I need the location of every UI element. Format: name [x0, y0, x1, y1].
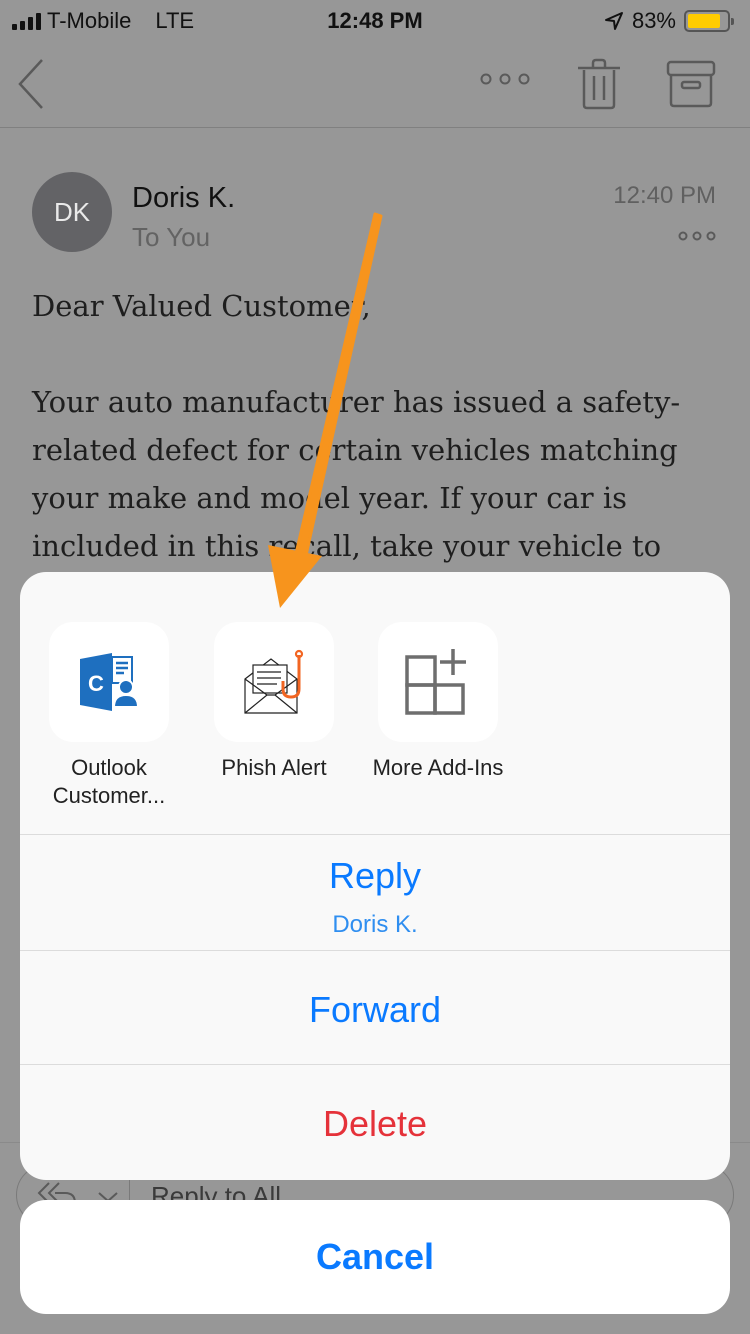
- nav-bar: [0, 40, 750, 128]
- addin-phish-alert[interactable]: Phish Alert: [199, 622, 349, 782]
- reply-label: Reply: [328, 855, 422, 896]
- sender-header: DK Doris K. To You 12:40 PM: [32, 170, 722, 260]
- avatar[interactable]: DK: [32, 172, 112, 252]
- archive-icon[interactable]: [666, 60, 716, 108]
- recipient-label: To You: [132, 222, 211, 252]
- reply-button[interactable]: Reply Doris K.: [20, 835, 730, 951]
- location-arrow-icon: [604, 12, 623, 30]
- svg-text:C: C: [88, 671, 104, 696]
- cancel-button[interactable]: Cancel: [20, 1200, 730, 1314]
- addin-tile[interactable]: C: [49, 622, 169, 742]
- battery-icon: [684, 10, 734, 32]
- delete-label: Delete: [322, 1103, 428, 1144]
- ellipsis-icon[interactable]: [678, 230, 716, 242]
- addin-label: Outlook Customer...: [52, 755, 166, 808]
- battery-fill: [688, 14, 720, 28]
- battery-percent: 83%: [631, 8, 676, 33]
- sent-time: 12:40 PM: [613, 182, 716, 209]
- addin-label: Phish Alert: [221, 755, 327, 780]
- addin-label: More Add-Ins: [372, 755, 504, 780]
- addin-tile[interactable]: [378, 622, 498, 742]
- addin-outlook-customer-manager[interactable]: C Outlook Customer...: [34, 622, 184, 810]
- reply-recipient: Doris K.: [332, 911, 418, 938]
- trash-icon[interactable]: [576, 58, 622, 110]
- chevron-left-icon[interactable]: [16, 56, 46, 112]
- forward-button[interactable]: Forward: [20, 951, 730, 1065]
- email-greeting: Dear Valued Customer,: [32, 289, 371, 323]
- addin-more[interactable]: More Add-Ins: [363, 622, 513, 782]
- addins-row: C Outlook Customer... Phish Alert More A…: [20, 572, 730, 835]
- phish-alert-icon: [244, 649, 304, 714]
- sender-name[interactable]: Doris K.: [132, 182, 235, 215]
- ellipsis-icon[interactable]: [480, 72, 530, 86]
- delete-button[interactable]: Delete: [20, 1065, 730, 1179]
- addin-tile[interactable]: [214, 622, 334, 742]
- action-sheet: C Outlook Customer... Phish Alert More A…: [20, 572, 730, 1180]
- status-bar: T-Mobile LTE 12:48 PM 83%: [0, 0, 750, 40]
- add-ins-icon: [405, 649, 466, 715]
- forward-label: Forward: [308, 989, 442, 1030]
- outlook-customer-manager-icon: C: [80, 653, 140, 711]
